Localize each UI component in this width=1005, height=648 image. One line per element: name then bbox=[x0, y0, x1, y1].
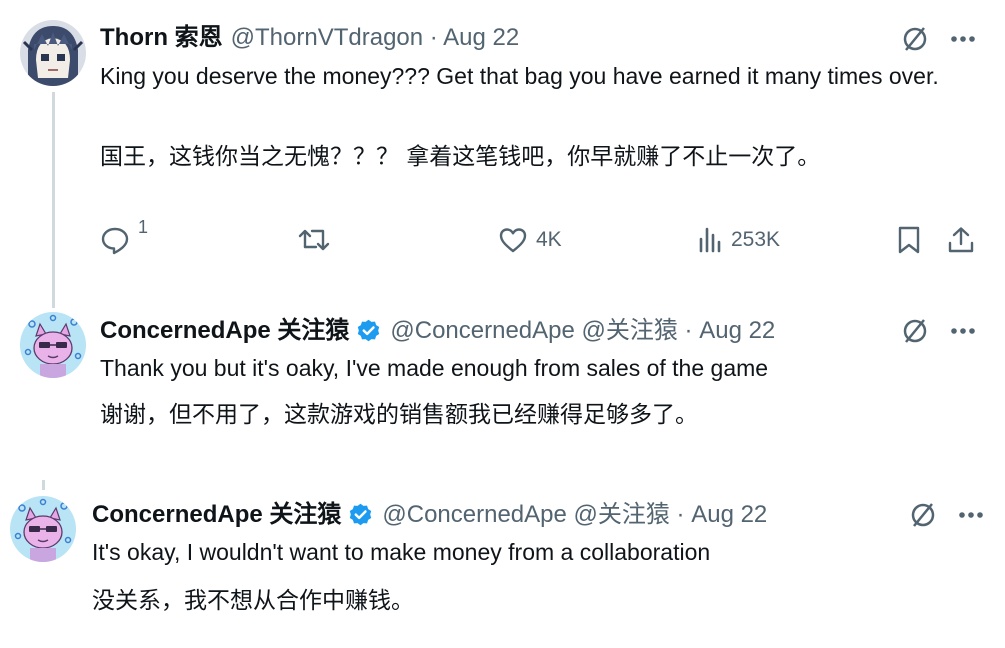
handle-and-date[interactable]: @ConcernedApe @关注猿 · Aug 22 bbox=[390, 316, 775, 346]
verified-badge-icon[interactable] bbox=[355, 318, 382, 345]
tweet-top-icons bbox=[900, 24, 976, 54]
tweet-translation: 国王，这钱你当之无愧？？？ 拿着这笔钱吧，你早就赚了不止一次了。 bbox=[100, 144, 821, 170]
tweet-text: Thank you but it's oaky, I've made enoug… bbox=[100, 355, 769, 381]
thorn-avatar-image bbox=[20, 20, 86, 86]
tweet-text: It's okay, I wouldn't want to make money… bbox=[92, 539, 711, 565]
tweet-header: ConcernedApe 关注猿 @ConcernedApe @关注猿 · Au… bbox=[92, 500, 767, 530]
bookmark-button[interactable] bbox=[896, 225, 922, 255]
retweet-button[interactable] bbox=[298, 225, 330, 255]
like-button[interactable]: 4K bbox=[498, 225, 562, 255]
views-button[interactable]: 253K bbox=[697, 225, 780, 255]
handle-and-date[interactable]: @ThornVTdragon · Aug 22 bbox=[231, 23, 520, 53]
display-name[interactable]: Thorn 索恩 bbox=[100, 23, 223, 53]
tweet-header: Thorn 索恩 @ThornVTdragon · Aug 22 bbox=[100, 23, 519, 53]
action-bar: 1 4K 253K bbox=[100, 217, 980, 265]
thread-connector bbox=[52, 92, 55, 306]
thread-connector-top bbox=[42, 480, 45, 490]
avatar-concernedape[interactable] bbox=[20, 312, 86, 378]
view-count: 253K bbox=[731, 228, 781, 251]
display-name[interactable]: ConcernedApe 关注猿 bbox=[92, 500, 341, 530]
verified-badge-icon[interactable] bbox=[347, 502, 374, 529]
more-options-icon[interactable] bbox=[950, 327, 976, 335]
like-count: 4K bbox=[536, 228, 562, 251]
analytics-icon bbox=[699, 227, 721, 253]
bookmark-icon bbox=[898, 226, 920, 254]
reply-button[interactable]: 1 bbox=[100, 217, 148, 255]
tweet-top-icons bbox=[908, 500, 984, 530]
grok-icon[interactable] bbox=[900, 316, 930, 346]
thread-connector-top bbox=[52, 290, 55, 308]
grok-icon[interactable] bbox=[908, 500, 938, 530]
share-icon bbox=[948, 227, 974, 253]
retweet-icon bbox=[298, 229, 330, 251]
tweet-thorn[interactable]: Thorn 索恩 @ThornVTdragon · Aug 22 King yo… bbox=[0, 0, 1005, 306]
share-button[interactable] bbox=[946, 225, 976, 255]
reply-count: 1 bbox=[138, 217, 149, 237]
tweet-concernedape-1[interactable]: ConcernedApe 关注猿 @ConcernedApe @关注猿 · Au… bbox=[0, 290, 1005, 480]
tweet-translation: 谢谢，但不用了，这款游戏的销售额我已经赚得足够多了。 bbox=[100, 402, 698, 428]
tweet-top-icons bbox=[900, 316, 976, 346]
grok-icon[interactable] bbox=[900, 24, 930, 54]
tweet-translation: 没关系，我不想从合作中赚钱。 bbox=[92, 588, 414, 614]
heart-icon bbox=[499, 228, 527, 253]
concernedape-avatar-image bbox=[20, 312, 86, 378]
avatar-concernedape[interactable] bbox=[10, 496, 76, 562]
tweet-text: King you deserve the money??? Get that b… bbox=[100, 63, 939, 89]
tweet-concernedape-2[interactable]: ConcernedApe 关注猿 @ConcernedApe @关注猿 · Au… bbox=[0, 480, 1005, 648]
reply-icon bbox=[101, 227, 129, 255]
avatar-thorn[interactable] bbox=[20, 20, 86, 86]
more-options-icon[interactable] bbox=[958, 511, 984, 519]
display-name[interactable]: ConcernedApe 关注猿 bbox=[100, 316, 349, 346]
tweet-header: ConcernedApe 关注猿 @ConcernedApe @关注猿 · Au… bbox=[100, 316, 775, 346]
more-options-icon[interactable] bbox=[950, 35, 976, 43]
concernedape-avatar-image bbox=[10, 496, 76, 562]
handle-and-date[interactable]: @ConcernedApe @关注猿 · Aug 22 bbox=[382, 500, 767, 530]
